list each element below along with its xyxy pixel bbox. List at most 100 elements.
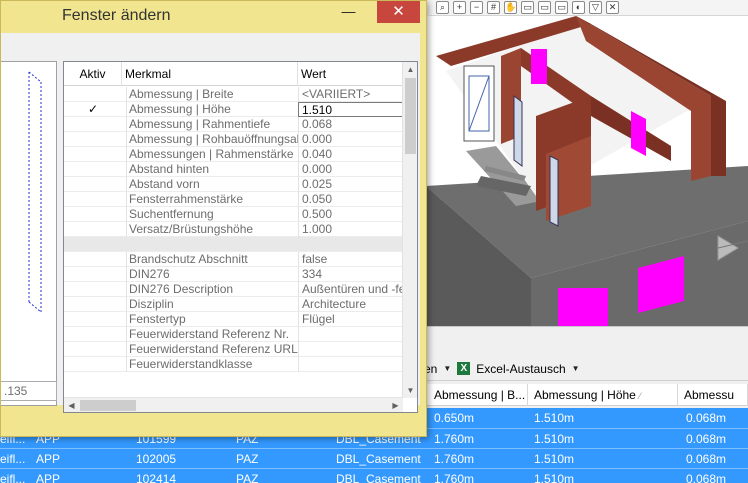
chevron-down-icon[interactable]: ▼	[443, 364, 451, 373]
hand-icon[interactable]: ✋	[504, 1, 517, 14]
active-checkbox[interactable]	[64, 147, 122, 162]
property-row[interactable]: Feuerwiderstandklasse	[64, 357, 403, 372]
active-checkbox[interactable]	[64, 177, 122, 192]
property-row[interactable]: Abmessung | Breite <VARIIERT>	[64, 87, 403, 102]
funnel-icon[interactable]: ▽	[589, 1, 602, 14]
column-header-value[interactable]: Wert	[298, 62, 403, 86]
property-name: Abmessung | Breite	[126, 87, 298, 102]
column-header-abmessung[interactable]: Abmessu	[678, 384, 748, 406]
property-value[interactable]: false	[298, 252, 403, 267]
dialog-titlebar[interactable]: Fenster ändern — ✕	[1, 1, 426, 33]
active-checkbox[interactable]	[64, 192, 122, 207]
active-checkbox[interactable]	[64, 312, 122, 327]
property-value[interactable]: Architecture	[298, 297, 403, 312]
cell-abmessung: 0.068m	[686, 432, 727, 446]
property-row[interactable]: Suchentfernung 0.500	[64, 207, 403, 222]
zoom-in-icon[interactable]: +	[453, 1, 466, 14]
active-checkbox[interactable]	[64, 267, 122, 282]
active-checkbox[interactable]	[64, 342, 122, 357]
property-value[interactable]: 0.025	[298, 177, 403, 192]
window-icon[interactable]: ▭	[538, 1, 551, 14]
column-header-active[interactable]: Aktiv	[64, 62, 122, 86]
magnify-icon[interactable]: ⌕	[436, 1, 449, 14]
cell-breite: 0.650m	[434, 411, 475, 425]
3d-viewport[interactable]	[426, 16, 748, 326]
property-value[interactable]: 0.000	[298, 132, 403, 147]
close-icon[interactable]: ✕	[606, 1, 619, 14]
property-row[interactable]: Abmessungen | Rahmenstärke 0.040	[64, 147, 403, 162]
property-row[interactable]: ✓ Abmessung | Höhe 1.510	[64, 102, 403, 117]
property-row[interactable]: Feuerwiderstand Referenz URL	[64, 342, 403, 357]
preview-pane	[1, 61, 57, 406]
column-header-property[interactable]: Merkmal	[122, 62, 298, 86]
property-value[interactable]	[298, 342, 403, 357]
scroll-thumb[interactable]	[405, 78, 416, 154]
scroll-down-icon[interactable]: ▼	[403, 383, 418, 398]
property-name: DIN276 Description	[126, 282, 298, 297]
property-value[interactable]: 0.050	[298, 192, 403, 207]
property-row[interactable]: DIN276 334	[64, 267, 403, 282]
sort-icon: ⁄	[639, 391, 641, 401]
property-row[interactable]: Fensterrahmenstärke 0.050	[64, 192, 403, 207]
column-header-breite[interactable]: Abmessung | B...	[428, 384, 528, 406]
scroll-left-icon[interactable]: ◀	[64, 398, 79, 413]
table-row[interactable]: eifl... APP 102414 PAZ DBL_Casement 1.76…	[0, 468, 748, 483]
active-checkbox[interactable]	[64, 252, 122, 267]
active-checkbox[interactable]	[64, 162, 122, 177]
grid-icon[interactable]: #	[487, 1, 500, 14]
scroll-thumb[interactable]	[80, 400, 136, 411]
property-value[interactable]	[298, 327, 403, 342]
property-value[interactable]: 0.000	[298, 162, 403, 177]
value-field[interactable]: .135	[1, 381, 57, 401]
property-value[interactable]: 334	[298, 267, 403, 282]
view-icon[interactable]: ◐	[572, 1, 585, 14]
property-row[interactable]: Fenstertyp Flügel	[64, 312, 403, 327]
property-row[interactable]: Brandschutz Abschnitt false	[64, 252, 403, 267]
property-value[interactable]: 0.500	[298, 207, 403, 222]
active-checkbox[interactable]	[64, 297, 122, 312]
close-button[interactable]: ✕	[377, 1, 420, 23]
property-row[interactable]: Versatz/Brüstungshöhe 1.000	[64, 222, 403, 237]
property-row[interactable]: Abstand hinten 0.000	[64, 162, 403, 177]
active-checkbox[interactable]	[64, 282, 122, 297]
cell-abmessung: 0.068m	[686, 452, 727, 466]
active-checkbox[interactable]	[64, 357, 122, 372]
vertical-scrollbar[interactable]: ▲ ▼	[402, 62, 417, 398]
window-icon[interactable]: ▭	[521, 1, 534, 14]
zoom-out-icon[interactable]: −	[470, 1, 483, 14]
property-row[interactable]: Abstand vorn 0.025	[64, 177, 403, 192]
property-row[interactable]: Disziplin Architecture	[64, 297, 403, 312]
property-value[interactable]: 0.068	[298, 117, 403, 132]
window-icon[interactable]: ▭	[555, 1, 568, 14]
window-preview-sketch	[28, 71, 42, 313]
property-value[interactable]: 0.040	[298, 147, 403, 162]
active-checkbox[interactable]	[64, 222, 122, 237]
group-separator	[64, 237, 403, 252]
active-checkbox[interactable]: ✓	[64, 102, 122, 117]
property-value[interactable]: <VARIIERT>	[298, 87, 403, 102]
property-row[interactable]: Feuerwiderstand Referenz Nr.	[64, 327, 403, 342]
active-checkbox[interactable]	[64, 207, 122, 222]
active-checkbox[interactable]	[64, 87, 122, 102]
property-value[interactable]: Flügel	[298, 312, 403, 327]
minimize-button[interactable]: —	[331, 1, 366, 23]
property-value[interactable]: 1.510	[298, 102, 403, 117]
excel-exchange-button[interactable]: Excel-Austausch	[476, 362, 565, 376]
property-row[interactable]: Abmessung | Rahmentiefe 0.068	[64, 117, 403, 132]
cell-app: APP	[36, 452, 61, 466]
property-row[interactable]: DIN276 DescriptionAußentüren und -fenste…	[64, 282, 403, 297]
property-value[interactable]: 1.000	[298, 222, 403, 237]
scroll-up-icon[interactable]: ▲	[403, 62, 418, 77]
active-checkbox[interactable]	[64, 132, 122, 147]
property-value[interactable]: Außentüren und -fenster	[298, 282, 403, 297]
excel-icon[interactable]: X	[457, 362, 471, 375]
property-value[interactable]	[298, 357, 403, 372]
active-checkbox[interactable]	[64, 327, 122, 342]
scroll-right-icon[interactable]: ▶	[388, 398, 403, 413]
chevron-down-icon[interactable]: ▼	[572, 364, 580, 373]
table-row[interactable]: eifl... APP 102005 PAZ DBL_Casement 1.76…	[0, 448, 748, 468]
property-row[interactable]: Abmessung | Rohbauöffnungsabs...0.000	[64, 132, 403, 147]
active-checkbox[interactable]	[64, 117, 122, 132]
column-header-hoehe[interactable]: Abmessung | Höhe ⁄	[528, 384, 678, 406]
horizontal-scrollbar[interactable]: ◀ ▶	[64, 397, 403, 412]
